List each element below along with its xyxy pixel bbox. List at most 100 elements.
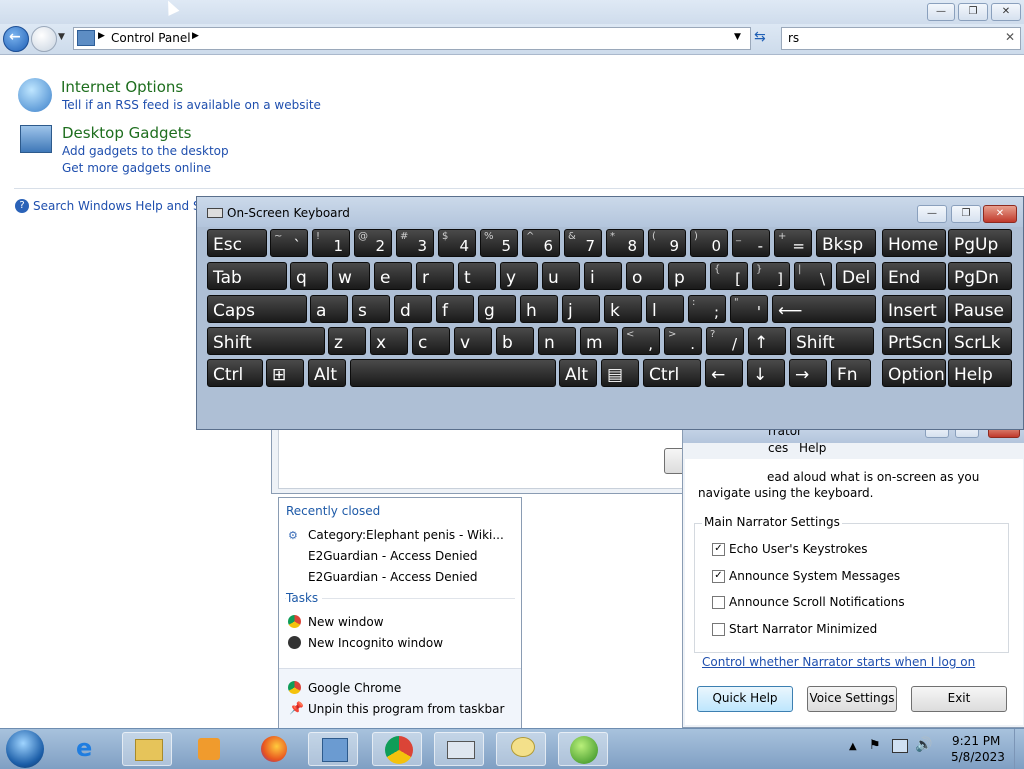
osk-key[interactable]: Bksp bbox=[816, 229, 876, 257]
network-icon[interactable] bbox=[892, 739, 908, 753]
refresh-icon[interactable]: ⇆ bbox=[754, 29, 766, 45]
osk-key[interactable]: PgUp bbox=[948, 229, 1012, 257]
minimize-button[interactable]: — bbox=[927, 3, 955, 21]
osk-key[interactable]: ScrLk bbox=[948, 327, 1012, 355]
chrome-taskbar-button[interactable] bbox=[372, 732, 422, 766]
osk-key[interactable]: ^ 6 bbox=[522, 229, 560, 257]
narrator-startup-link[interactable]: Control whether Narrator starts when I l… bbox=[702, 655, 975, 669]
osk-key[interactable]: Shift bbox=[207, 327, 325, 355]
quick-help-button[interactable]: Quick Help bbox=[697, 686, 793, 712]
back-button[interactable]: ← bbox=[3, 26, 29, 52]
osk-key[interactable]: Ctrl bbox=[207, 359, 263, 387]
osk-key[interactable]: ↓ bbox=[747, 359, 785, 387]
osk-key[interactable]: y bbox=[500, 262, 538, 290]
narrator-taskbar-button[interactable] bbox=[496, 732, 546, 766]
app-taskbar-button[interactable] bbox=[558, 732, 608, 766]
osk-key[interactable]: i bbox=[584, 262, 622, 290]
osk-key[interactable]: u bbox=[542, 262, 580, 290]
osk-key[interactable]: Tab bbox=[207, 262, 287, 290]
osk-minimize-button[interactable]: — bbox=[917, 205, 947, 223]
internet-explorer-taskbar-button[interactable]: e bbox=[64, 732, 114, 766]
clock-time[interactable]: 9:21 PM bbox=[952, 734, 1000, 748]
announce-system-messages-checkbox[interactable]: ✓ bbox=[712, 570, 725, 583]
osk-key[interactable]: @2 bbox=[354, 229, 392, 257]
add-gadgets-link[interactable]: Add gadgets to the desktop bbox=[62, 144, 229, 158]
exit-button[interactable]: Exit bbox=[911, 686, 1007, 712]
osk-key[interactable]: #3 bbox=[396, 229, 434, 257]
search-windows-help-link[interactable]: Search Windows Help and Supp bbox=[33, 199, 223, 213]
osk-key[interactable] bbox=[350, 359, 556, 387]
menu-preferences[interactable]: ces bbox=[768, 441, 788, 455]
osk-key[interactable]: c bbox=[412, 327, 450, 355]
osk-key[interactable]: Pause bbox=[948, 295, 1012, 323]
menu-help[interactable]: Help bbox=[799, 441, 826, 455]
osk-key[interactable]: ⟵ bbox=[772, 295, 876, 323]
osk-key[interactable]: z bbox=[328, 327, 366, 355]
action-center-flag-icon[interactable]: ⚑ bbox=[869, 738, 881, 753]
on-screen-keyboard-taskbar-button[interactable] bbox=[434, 732, 484, 766]
osk-key[interactable]: | \ bbox=[794, 262, 832, 290]
osk-key[interactable]: v bbox=[454, 327, 492, 355]
osk-key[interactable]: ← bbox=[705, 359, 743, 387]
desktop-gadgets-link[interactable]: Desktop Gadgets bbox=[62, 124, 191, 142]
clear-search-icon[interactable]: ✕ bbox=[1005, 30, 1015, 44]
osk-key[interactable]: → bbox=[789, 359, 827, 387]
osk-key[interactable]: $4 bbox=[438, 229, 476, 257]
breadcrumb[interactable]: Control Panel bbox=[111, 31, 191, 45]
clock-date[interactable]: 5/8/2023 bbox=[951, 750, 1005, 764]
new-window-task[interactable]: New window bbox=[308, 615, 384, 629]
explorer-taskbar-button[interactable] bbox=[122, 732, 172, 766]
unpin-item[interactable]: Unpin this program from taskbar bbox=[308, 702, 504, 716]
osk-key[interactable]: Help bbox=[948, 359, 1012, 387]
osk-key[interactable]: }] bbox=[752, 262, 790, 290]
get-more-gadgets-link[interactable]: Get more gadgets online bbox=[62, 161, 211, 175]
forward-button[interactable] bbox=[31, 26, 57, 52]
new-incognito-window-task[interactable]: New Incognito window bbox=[308, 636, 443, 650]
osk-key[interactable]: % 5 bbox=[480, 229, 518, 257]
firefox-taskbar-button[interactable] bbox=[248, 732, 298, 766]
close-button[interactable]: ✕ bbox=[991, 3, 1021, 21]
osk-key[interactable]: (9 bbox=[648, 229, 686, 257]
osk-key[interactable]: End bbox=[882, 262, 946, 290]
control-panel-taskbar-button[interactable] bbox=[308, 732, 358, 766]
osk-key[interactable]: Caps bbox=[207, 295, 307, 323]
osk-key[interactable]: PgDn bbox=[948, 262, 1012, 290]
osk-key[interactable]: h bbox=[520, 295, 558, 323]
osk-key[interactable]: * 8 bbox=[606, 229, 644, 257]
google-chrome-item[interactable]: Google Chrome bbox=[308, 681, 401, 695]
osk-key[interactable]: r bbox=[416, 262, 454, 290]
osk-key[interactable]: Options bbox=[882, 359, 946, 387]
media-player-taskbar-button[interactable] bbox=[184, 732, 234, 766]
show-hidden-icons[interactable]: ▲ bbox=[849, 741, 857, 752]
osk-key[interactable]: Alt bbox=[559, 359, 597, 387]
osk-key[interactable]: s bbox=[352, 295, 390, 323]
internet-options-link[interactable]: Internet Options bbox=[61, 78, 183, 96]
osk-key[interactable]: {[ bbox=[710, 262, 748, 290]
rss-feed-link[interactable]: Tell if an RSS feed is available on a we… bbox=[62, 98, 321, 112]
osk-key[interactable]: Del bbox=[836, 262, 876, 290]
maximize-button[interactable]: ❐ bbox=[958, 3, 988, 21]
osk-key[interactable]: Fn bbox=[831, 359, 871, 387]
osk-key[interactable]: ) 0 bbox=[690, 229, 728, 257]
osk-key[interactable]: Alt bbox=[308, 359, 346, 387]
osk-key[interactable]: t bbox=[458, 262, 496, 290]
osk-key[interactable]: Ctrl bbox=[643, 359, 701, 387]
osk-key[interactable]: x bbox=[370, 327, 408, 355]
recent-item[interactable]: Category:Elephant penis - Wiki... bbox=[308, 528, 504, 542]
osk-key[interactable]: n bbox=[538, 327, 576, 355]
search-input[interactable]: rs ✕ bbox=[781, 27, 1021, 50]
osk-key[interactable]: q bbox=[290, 262, 328, 290]
osk-key[interactable]: a bbox=[310, 295, 348, 323]
recent-item[interactable]: E2Guardian - Access Denied bbox=[308, 570, 478, 584]
osk-key[interactable]: " ' bbox=[730, 295, 768, 323]
osk-key[interactable]: j bbox=[562, 295, 600, 323]
start-minimized-checkbox[interactable] bbox=[712, 623, 725, 636]
start-button[interactable] bbox=[6, 730, 44, 768]
osk-key[interactable]: ! 1 bbox=[312, 229, 350, 257]
osk-key[interactable]: o bbox=[626, 262, 664, 290]
osk-key[interactable]: e bbox=[374, 262, 412, 290]
osk-key[interactable]: ~ ` bbox=[270, 229, 308, 257]
voice-settings-button[interactable]: Voice Settings bbox=[807, 686, 897, 712]
announce-scroll-notifications-checkbox[interactable] bbox=[712, 596, 725, 609]
osk-key[interactable]: ▤ bbox=[601, 359, 639, 387]
